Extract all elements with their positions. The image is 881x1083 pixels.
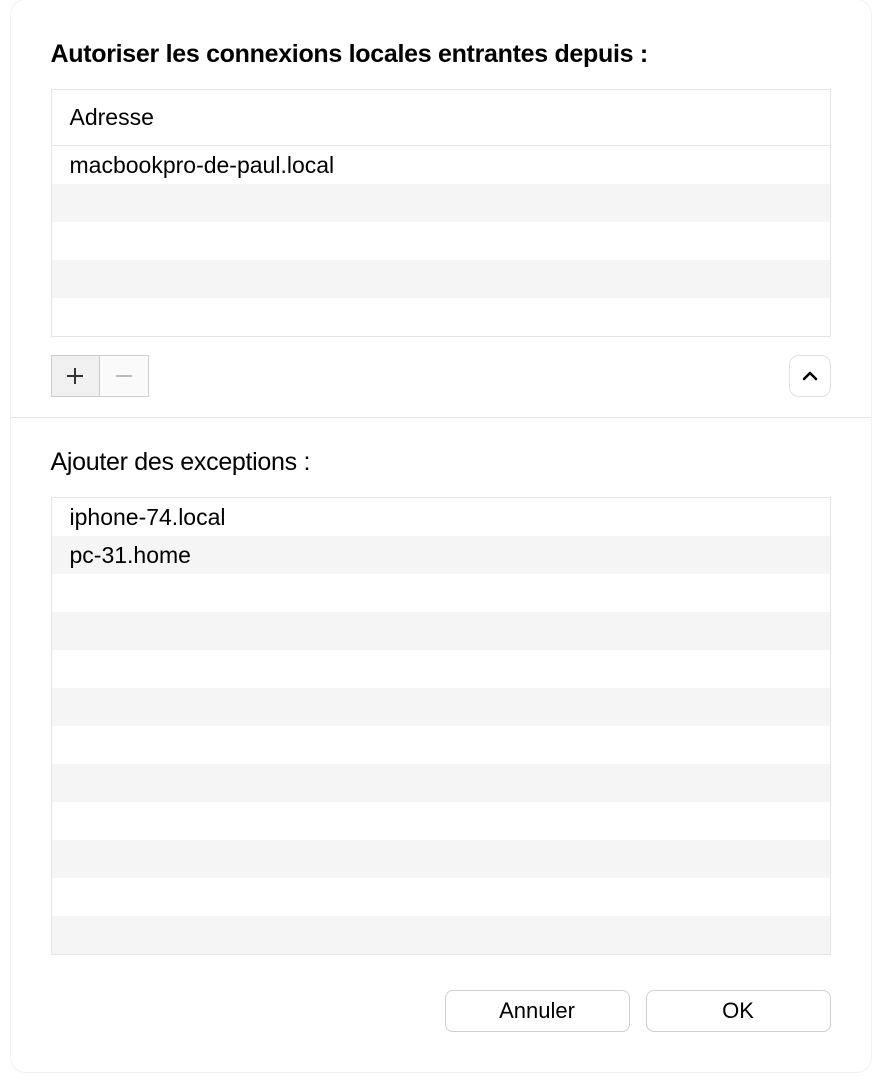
- table-row[interactable]: macbookpro-de-paul.local: [52, 146, 830, 184]
- dialog-footer: Annuler OK: [11, 985, 871, 1072]
- table-row[interactable]: [52, 650, 830, 688]
- table-row[interactable]: [52, 916, 830, 954]
- table-row[interactable]: [52, 612, 830, 650]
- allow-section: Autoriser les connexions locales entrant…: [11, 0, 871, 417]
- table-row[interactable]: [52, 260, 830, 298]
- table-row[interactable]: [52, 298, 830, 336]
- table-row[interactable]: [52, 764, 830, 802]
- table-row[interactable]: [52, 878, 830, 916]
- allow-section-title: Autoriser les connexions locales entrant…: [51, 40, 831, 69]
- chevron-up-icon: [802, 369, 818, 384]
- collapse-button[interactable]: [789, 355, 831, 397]
- add-remove-group: [51, 355, 149, 397]
- allow-table-body: macbookpro-de-paul.local: [52, 146, 830, 336]
- table-row[interactable]: pc-31.home: [52, 536, 830, 574]
- table-row[interactable]: [52, 184, 830, 222]
- cancel-button[interactable]: Annuler: [445, 990, 630, 1032]
- plus-icon: [66, 361, 84, 392]
- minus-icon: [115, 361, 133, 392]
- table-row[interactable]: iphone-74.local: [52, 498, 830, 536]
- table-row[interactable]: [52, 802, 830, 840]
- allow-table: Adresse macbookpro-de-paul.local: [51, 89, 831, 337]
- table-row[interactable]: [52, 726, 830, 764]
- ok-button[interactable]: OK: [646, 990, 831, 1032]
- table-row[interactable]: [52, 840, 830, 878]
- table-row[interactable]: [52, 574, 830, 612]
- exceptions-section: Ajouter des exceptions : iphone-74.local…: [11, 418, 871, 985]
- connections-dialog: Autoriser les connexions locales entrant…: [11, 0, 871, 1072]
- add-button[interactable]: [52, 356, 100, 396]
- exceptions-table: iphone-74.local pc-31.home: [51, 497, 831, 955]
- exceptions-table-body: iphone-74.local pc-31.home: [52, 498, 830, 954]
- remove-button[interactable]: [100, 356, 148, 396]
- table-row[interactable]: [52, 222, 830, 260]
- allow-table-header[interactable]: Adresse: [52, 90, 830, 146]
- allow-row-controls: [51, 355, 831, 397]
- exceptions-section-title: Ajouter des exceptions :: [51, 448, 831, 477]
- table-row[interactable]: [52, 688, 830, 726]
